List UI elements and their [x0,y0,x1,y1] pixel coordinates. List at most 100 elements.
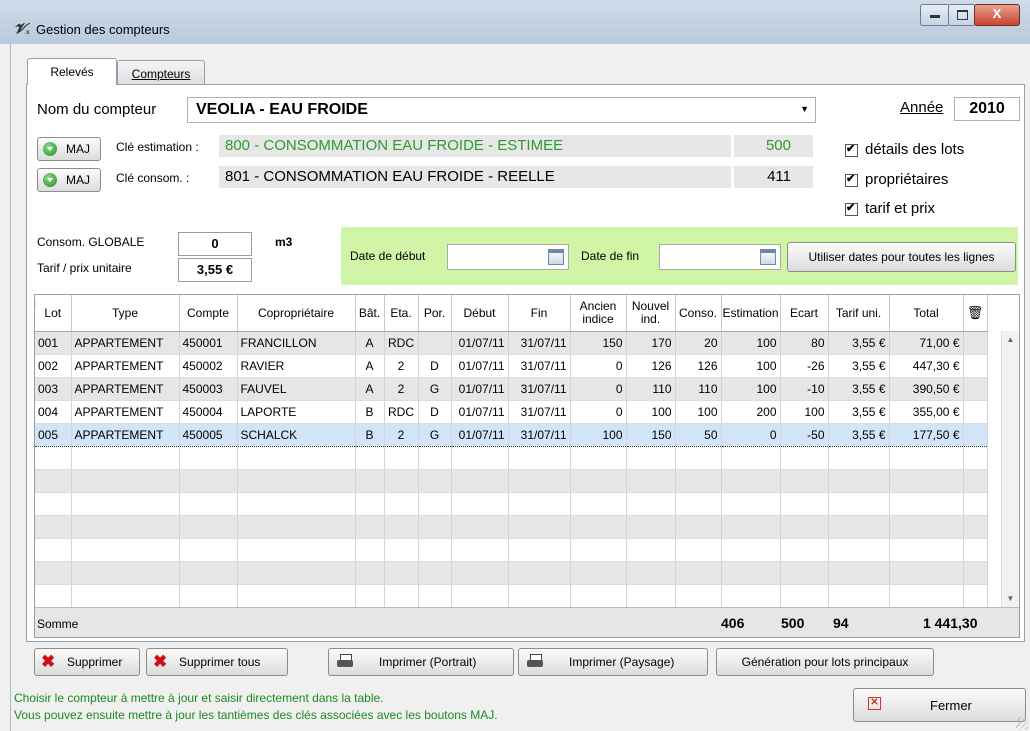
table-cell[interactable]: 126 [626,354,676,378]
table-cell[interactable]: 01/07/11 [451,377,509,401]
table-cell[interactable] [675,538,722,562]
table-row[interactable] [35,538,988,562]
column-header-por[interactable]: Por. [418,295,452,332]
table-cell[interactable]: 170 [626,331,676,355]
table-cell[interactable] [508,492,571,516]
table-cell[interactable] [675,561,722,585]
column-header-bat[interactable]: Bât. [355,295,385,332]
column-header-trash[interactable]: 🗑 [963,295,988,332]
calendar-icon[interactable] [548,249,564,265]
table-cell[interactable] [626,446,676,470]
table-cell[interactable] [71,538,180,562]
table-cell[interactable]: 110 [675,377,722,401]
column-header-total[interactable]: Total [889,295,964,332]
table-cell[interactable] [889,584,964,608]
table-cell[interactable]: 100 [570,423,627,447]
column-header-nouvel-ind[interactable]: Nouvel ind. [626,295,676,332]
column-header-fin[interactable]: Fin [508,295,571,332]
table-cell[interactable] [508,584,571,608]
table-cell[interactable] [451,446,509,470]
table-cell[interactable] [570,446,627,470]
table-cell[interactable]: 01/07/11 [451,400,509,424]
table-cell[interactable] [780,515,829,539]
supprimer-button[interactable]: ✖ Supprimer [34,648,140,676]
table-cell[interactable]: A [355,377,385,401]
table-cell[interactable]: FRANCILLON [237,331,356,355]
table-cell[interactable] [508,515,571,539]
table-cell[interactable] [626,538,676,562]
table-cell[interactable]: 3,55 € [828,331,890,355]
table-cell[interactable] [889,561,964,585]
table-cell[interactable]: D [418,400,452,424]
table-cell[interactable] [675,446,722,470]
table-cell[interactable]: 31/07/11 [508,377,571,401]
table-cell[interactable]: 200 [721,400,781,424]
maximize-button[interactable] [948,4,976,26]
table-cell[interactable] [451,538,509,562]
table-cell[interactable]: 01/07/11 [451,354,509,378]
table-cell[interactable]: 390,50 € [889,377,964,401]
details-lots-checkbox[interactable] [845,142,858,157]
table-cell[interactable] [508,469,571,493]
table-cell[interactable]: 3,55 € [828,354,890,378]
table-cell[interactable] [71,492,180,516]
table-cell[interactable] [418,515,452,539]
table-cell[interactable] [418,584,452,608]
column-header-lot[interactable]: ⬍ Lot [35,295,72,332]
imprimer-portrait-button[interactable]: Imprimer (Portrait) [328,648,514,676]
table-cell[interactable] [179,515,238,539]
table-cell[interactable] [570,469,627,493]
table-cell[interactable]: 0 [570,354,627,378]
table-cell[interactable]: 0 [570,400,627,424]
table-cell[interactable] [780,584,829,608]
table-cell[interactable] [570,561,627,585]
table-cell[interactable]: APPARTEMENT [71,423,180,447]
supprimer-tous-button[interactable]: ✖ Supprimer tous [146,648,288,676]
table-cell[interactable] [71,561,180,585]
column-header-coproprietaire[interactable]: Copropriétaire [237,295,356,332]
table-cell[interactable] [35,538,72,562]
table-row[interactable] [35,584,988,608]
table-cell[interactable]: 80 [780,331,829,355]
table-cell[interactable] [675,584,722,608]
table-cell[interactable] [237,515,356,539]
table-cell[interactable] [508,538,571,562]
table-cell[interactable]: B [355,400,385,424]
table-cell[interactable] [237,584,356,608]
table-cell[interactable] [626,492,676,516]
table-cell[interactable] [418,331,452,355]
generation-button[interactable]: Génération pour lots principaux [716,648,934,676]
table-cell[interactable] [508,561,571,585]
table-cell[interactable]: 100 [721,377,781,401]
table-cell[interactable] [179,446,238,470]
table-row[interactable] [35,515,988,539]
tarif-prix-checkbox[interactable] [845,201,858,216]
table-cell[interactable] [418,492,452,516]
table-cell[interactable] [780,538,829,562]
table-cell[interactable] [384,446,419,470]
table-cell[interactable]: 2 [384,377,419,401]
table-cell[interactable] [626,515,676,539]
table-cell[interactable] [889,469,964,493]
table-cell[interactable]: FAUVEL [237,377,356,401]
table-cell[interactable] [675,469,722,493]
table-cell[interactable]: 450005 [179,423,238,447]
table-cell[interactable] [237,561,356,585]
table-cell[interactable]: G [418,377,452,401]
table-cell[interactable] [570,492,627,516]
table-cell[interactable] [71,515,180,539]
table-cell[interactable] [451,469,509,493]
releves-table[interactable]: ⬍ Lot Type Compte Copropriétaire Bât. Eta… [34,294,1020,638]
table-cell[interactable]: APPARTEMENT [71,400,180,424]
scroll-down-icon[interactable]: ▼ [1002,590,1019,607]
table-cell[interactable]: 002 [35,354,72,378]
table-cell[interactable] [355,492,385,516]
table-cell[interactable] [237,538,356,562]
table-cell[interactable] [384,584,419,608]
table-cell[interactable] [721,515,781,539]
table-cell[interactable] [384,515,419,539]
table-cell[interactable]: -50 [780,423,829,447]
table-cell[interactable]: G [418,423,452,447]
date-debut-input[interactable] [447,244,569,270]
table-cell[interactable]: 31/07/11 [508,423,571,447]
